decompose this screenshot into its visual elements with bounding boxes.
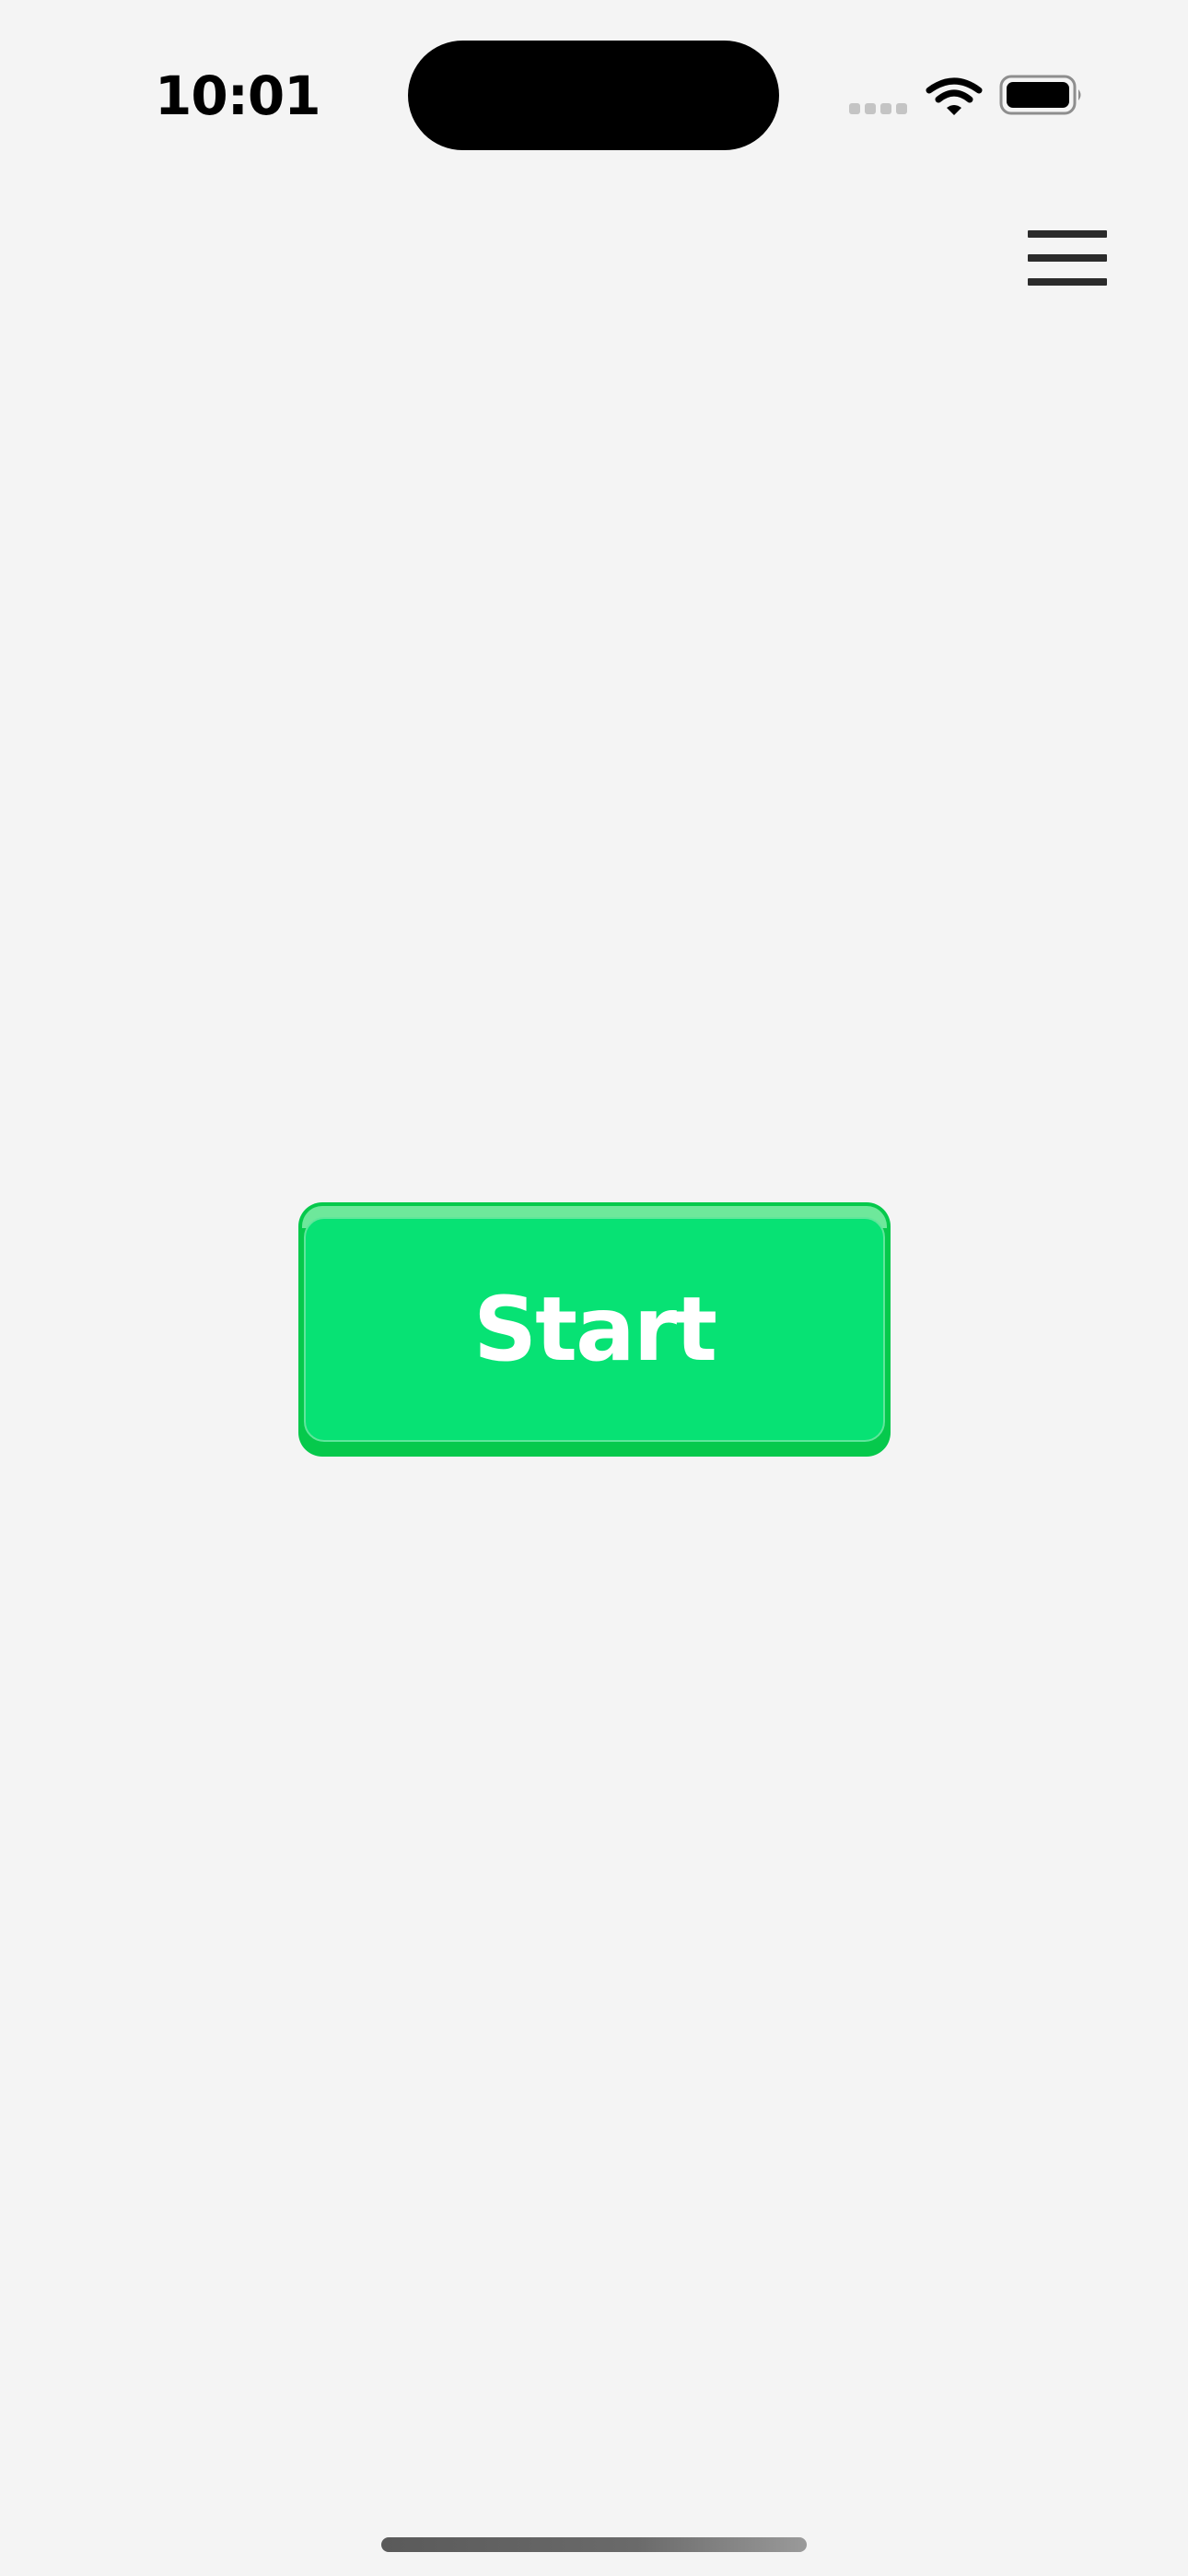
status-time: 10:01	[155, 64, 321, 127]
signal-icon	[849, 103, 910, 116]
start-button-label: Start	[472, 1278, 717, 1381]
battery-icon	[999, 75, 1081, 115]
home-indicator[interactable]	[381, 2537, 807, 2552]
wifi-icon	[926, 77, 983, 115]
dynamic-island	[408, 41, 779, 150]
start-button[interactable]: Start	[298, 1202, 891, 1457]
hamburger-menu-icon[interactable]	[1024, 228, 1109, 289]
app-screen: 10:01 Start	[0, 0, 1188, 2576]
